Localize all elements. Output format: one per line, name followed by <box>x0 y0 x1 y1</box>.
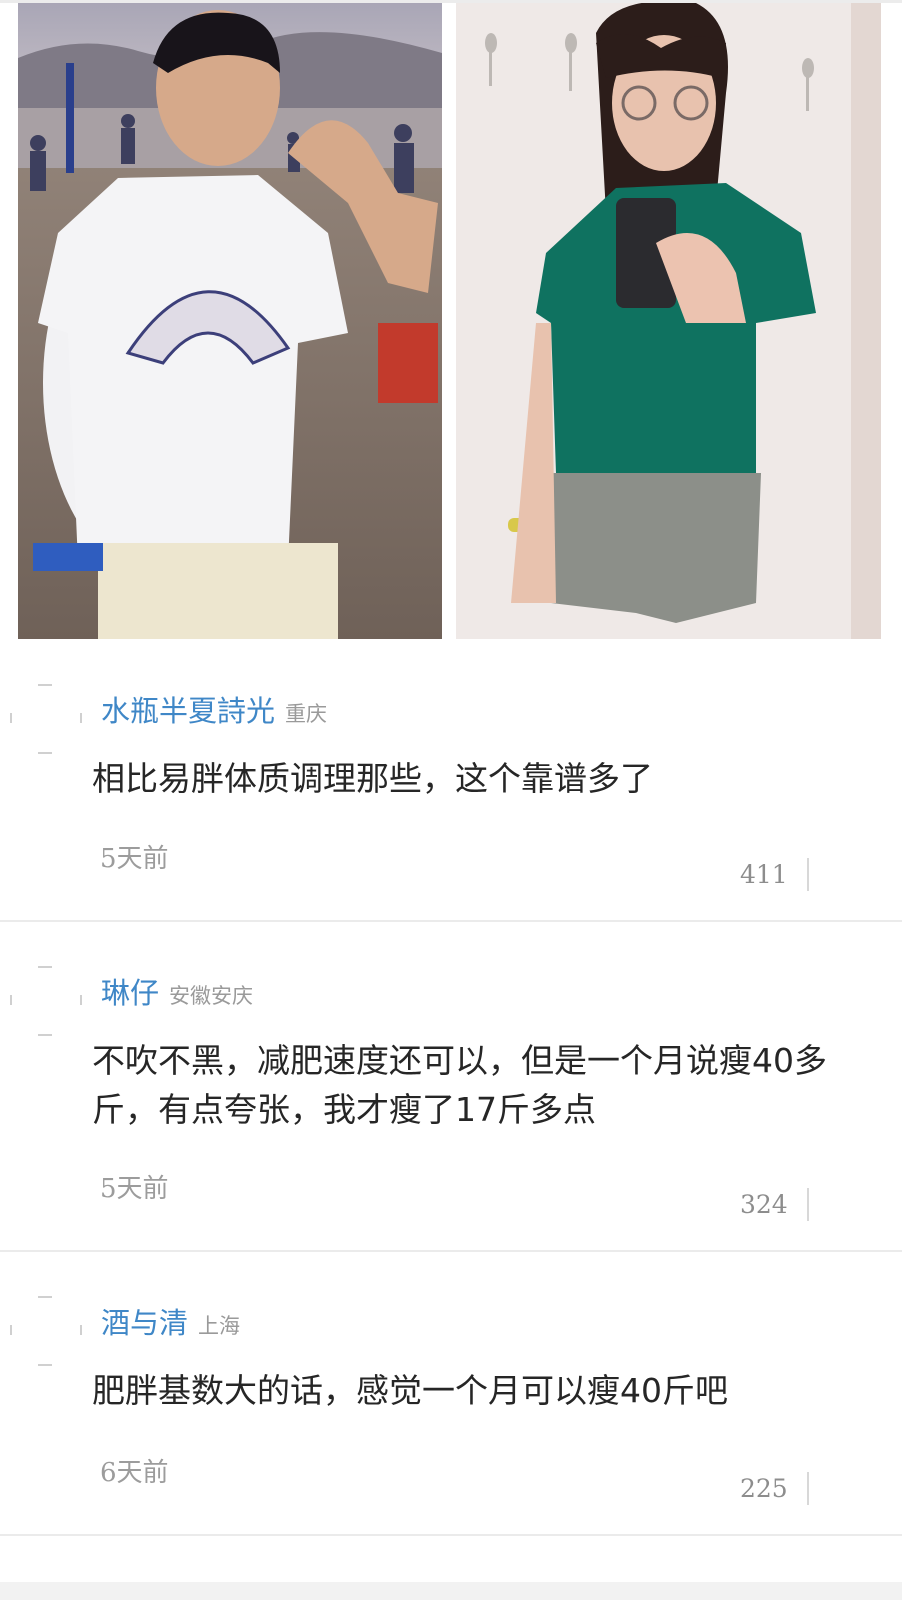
avatar-edge <box>38 752 52 754</box>
avatar[interactable] <box>38 1296 52 1298</box>
author-location: 重庆 <box>285 702 328 726</box>
avatar-edge <box>10 995 12 1005</box>
like-count[interactable]: 411 <box>740 860 788 889</box>
comment-author-row: 酒与清 上海 <box>101 1300 240 1342</box>
woman-green-tshirt-mirror-selfie-photo-icon <box>456 3 881 639</box>
avatar-edge <box>10 713 12 723</box>
author-name[interactable]: 水瓶半夏詩光 <box>101 694 275 728</box>
comment-time: 6天前 <box>100 1458 169 1488</box>
woman-white-tshirt-beach-photo-icon <box>18 3 442 639</box>
avatar-edge <box>10 1325 12 1335</box>
author-name[interactable]: 酒与清 <box>101 1306 188 1340</box>
avatar-edge <box>38 1034 52 1036</box>
comment-divider <box>0 1534 902 1536</box>
likes-separator <box>807 1188 809 1221</box>
comment-author-row: 水瓶半夏詩光 重庆 <box>101 688 327 730</box>
comment-text: 不吹不黑，减肥速度还可以，但是一个月说瘦40多斤，有点夸张，我才瘦了17斤多点 <box>92 1041 827 1129</box>
before-photo[interactable] <box>18 3 442 639</box>
avatar-edge <box>80 1325 82 1335</box>
comment-divider <box>0 920 902 922</box>
author-location: 安徽安庆 <box>169 984 254 1008</box>
comment-time: 5天前 <box>100 1174 169 1204</box>
comment-text: 相比易胖体质调理那些，这个靠谱多了 <box>92 759 653 798</box>
avatar-edge <box>80 995 82 1005</box>
avatar-edge <box>38 1364 52 1366</box>
comment-author-row: 琳仔 安徽安庆 <box>101 970 253 1012</box>
like-count[interactable]: 324 <box>740 1190 788 1219</box>
after-photo[interactable] <box>456 3 881 639</box>
comment-divider <box>0 1250 902 1252</box>
avatar[interactable] <box>38 684 52 686</box>
avatar[interactable] <box>38 966 52 968</box>
bottom-bar <box>0 1582 902 1600</box>
author-name[interactable]: 琳仔 <box>101 976 159 1010</box>
comment-text: 肥胖基数大的话，感觉一个月可以瘦40斤吧 <box>92 1371 728 1410</box>
likes-separator <box>807 1472 809 1505</box>
comment-time: 5天前 <box>100 844 169 874</box>
like-count[interactable]: 225 <box>740 1474 788 1503</box>
author-location: 上海 <box>198 1314 241 1338</box>
likes-separator <box>807 858 809 891</box>
avatar-edge <box>80 713 82 723</box>
